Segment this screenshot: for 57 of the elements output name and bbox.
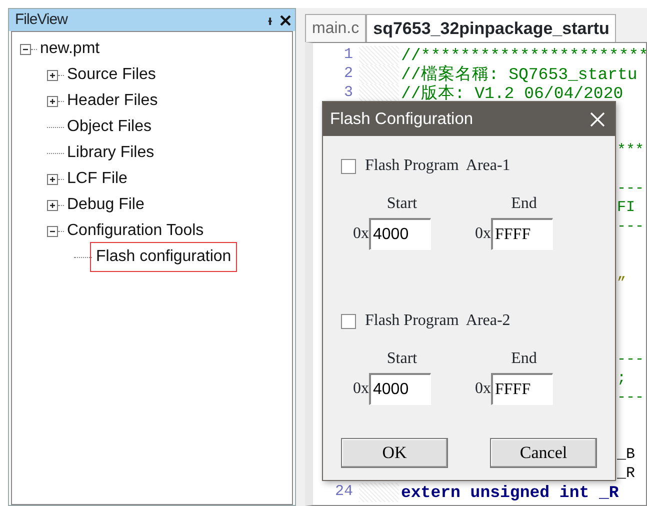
- expand-icon[interactable]: [47, 200, 58, 210]
- address-field[interactable]: 4000: [369, 373, 431, 405]
- code-line: extern unsigned int _R: [401, 483, 619, 502]
- expand-icon[interactable]: [47, 70, 58, 80]
- address-field[interactable]: 4000: [369, 218, 431, 250]
- panel-title: FileView: [15, 10, 68, 30]
- close-icon[interactable]: [280, 14, 291, 26]
- pin-button[interactable]: ᵻ: [268, 10, 272, 30]
- address-field[interactable]: FFFF: [491, 373, 553, 405]
- code-fragment: ***: [617, 141, 644, 160]
- code-fragment: _R: [617, 464, 636, 483]
- editor-tab[interactable]: sq7653_32pinpackage_startu: [366, 14, 616, 42]
- line-number: 2: [342, 64, 353, 84]
- tree-item[interactable]: new.pmt: [38, 37, 102, 61]
- code-fragment: ---: [617, 217, 644, 236]
- checkbox-label: Flash Program Area-2: [365, 311, 510, 331]
- hex-prefix: 0x: [353, 379, 369, 399]
- tree-item[interactable]: Flash configuration: [93, 245, 234, 269]
- end-label: End: [510, 349, 537, 369]
- tree-item[interactable]: LCF File: [65, 167, 130, 191]
- checkbox[interactable]: [341, 158, 356, 174]
- checkbox-label: Flash Program Area-1: [365, 156, 510, 176]
- collapse-icon[interactable]: [47, 226, 58, 236]
- line-number: 3: [342, 83, 353, 104]
- code-fragment: ”: [617, 274, 626, 293]
- expand-icon[interactable]: [47, 174, 58, 184]
- address-field[interactable]: FFFF: [491, 218, 553, 250]
- tree-item[interactable]: Configuration Tools: [65, 219, 206, 243]
- code-fragment: ---: [617, 350, 644, 369]
- code-fragment: ---: [617, 388, 644, 407]
- ok-button[interactable]: OK: [341, 438, 448, 468]
- code-fragment: FI: [617, 198, 636, 217]
- line-number: 24: [334, 482, 353, 502]
- start-label: Start: [386, 349, 418, 369]
- hex-prefix: 0x: [475, 224, 491, 244]
- code-line: //版本: V1.2 06/04/2020: [401, 84, 624, 103]
- tree-item[interactable]: Object Files: [65, 115, 154, 139]
- code-fragment: ---: [617, 179, 644, 198]
- start-label: Start: [386, 194, 418, 214]
- tree-item[interactable]: Library Files: [65, 141, 156, 165]
- code-fragment: _B: [617, 445, 636, 464]
- code-fragment: ;: [617, 369, 626, 388]
- cancel-button[interactable]: Cancel: [490, 438, 597, 468]
- tree-item[interactable]: Source Files: [65, 63, 158, 87]
- editor-tab[interactable]: main.c: [305, 14, 366, 42]
- tree-item[interactable]: Debug File: [65, 193, 146, 217]
- dialog-title: Flash Configuration: [330, 108, 474, 130]
- expand-icon[interactable]: [47, 96, 58, 106]
- hex-prefix: 0x: [475, 379, 491, 399]
- collapse-icon[interactable]: [20, 44, 31, 54]
- gutter: [359, 483, 399, 502]
- code-line: //檔案名稱: SQ7653_startu: [401, 65, 638, 84]
- end-label: End: [510, 194, 537, 214]
- tree-item[interactable]: Header Files: [65, 89, 160, 113]
- hex-prefix: 0x: [353, 224, 369, 244]
- line-number: 1: [342, 45, 353, 66]
- checkbox[interactable]: [341, 314, 356, 328]
